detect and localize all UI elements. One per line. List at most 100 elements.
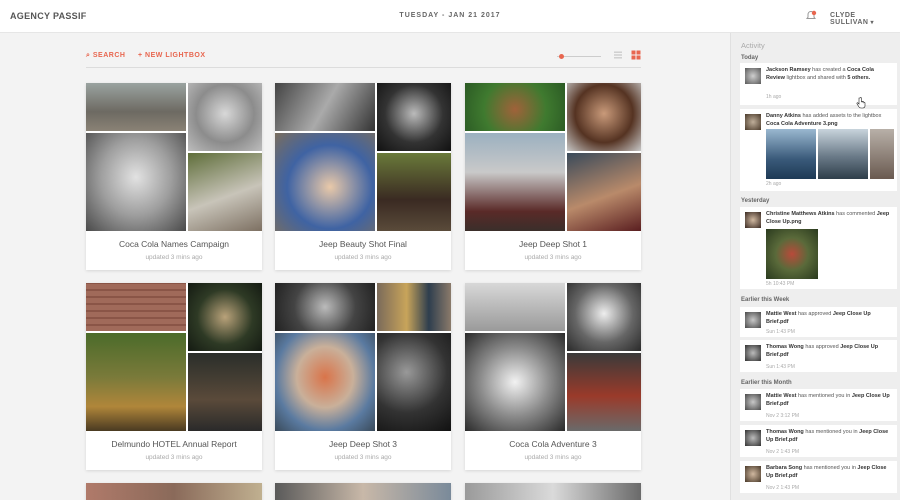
- lightbox-card[interactable]: [275, 483, 451, 500]
- photo-thumbnail: [377, 333, 451, 431]
- photo-thumbnail: [188, 83, 262, 151]
- zoom-slider-handle[interactable]: [559, 54, 565, 59]
- card-collage: [275, 283, 451, 431]
- activity-title: Activity: [741, 41, 765, 50]
- new-lightbox-label: NEW LIGHTBOX: [145, 52, 206, 59]
- activity-text: Danny Atkins has added assets to the lig…: [766, 113, 882, 127]
- activity-item[interactable]: Christine Matthews Atkins has commented …: [740, 207, 897, 289]
- search-button[interactable]: ⌕ SEARCH: [86, 52, 125, 60]
- activity-text: Christine Matthews Atkins has commented …: [766, 211, 890, 225]
- photo-thumbnail: [188, 353, 262, 431]
- activity-item[interactable]: Jackson Ramsey has created a Coca Cola R…: [740, 63, 897, 105]
- avatar: [745, 394, 761, 410]
- lightbox-card[interactable]: Jeep Deep Shot 3 updated 3 mins ago: [275, 283, 451, 470]
- asset-thumbnail[interactable]: [766, 229, 818, 279]
- zoom-slider[interactable]: [557, 54, 601, 59]
- photo-thumbnail: [188, 283, 262, 351]
- lightbox-card[interactable]: Jeep Deep Shot 1 updated 3 mins ago: [465, 83, 641, 270]
- photo-thumbnail: [377, 153, 451, 231]
- card-collage: [465, 83, 641, 231]
- photo-thumbnail: [86, 483, 262, 500]
- lightbox-card[interactable]: Delmundo HOTEL Annual Report updated 3 m…: [86, 283, 262, 470]
- photo-thumbnail: [275, 283, 375, 331]
- activity-time: 2h ago: [766, 181, 782, 187]
- photo-thumbnail: [465, 133, 565, 231]
- activity-text: Thomas Wong has approved Jeep Close Up B…: [766, 344, 879, 358]
- photo-thumbnail: [377, 283, 451, 331]
- avatar: [745, 212, 761, 228]
- asset-thumbnail[interactable]: [766, 129, 816, 179]
- activity-text: Barbara Song has mentioned you in Jeep C…: [766, 465, 887, 479]
- photo-thumbnail: [567, 83, 641, 151]
- activity-time: Nov 2 1:43 PM: [766, 485, 800, 491]
- activity-item[interactable]: Barbara Song has mentioned you in Jeep C…: [740, 461, 897, 493]
- card-updated: updated 3 mins ago: [145, 454, 203, 461]
- photo-thumbnail: [86, 333, 186, 431]
- activity-text: Thomas Wong has mentioned you in Jeep Cl…: [766, 429, 889, 443]
- toolbar: ⌕ SEARCH + NEW LIGHTBOX: [86, 48, 641, 68]
- activity-time: Sun 1:43 PM: [766, 364, 795, 370]
- photo-thumbnail: [86, 283, 186, 331]
- card-updated: updated 3 mins ago: [334, 254, 392, 261]
- card-title: Delmundo HOTEL Annual Report: [111, 439, 237, 449]
- lightbox-card[interactable]: Jeep Beauty Shot Final updated 3 mins ag…: [275, 83, 451, 270]
- card-updated: updated 3 mins ago: [145, 254, 203, 261]
- photo-thumbnail: [275, 133, 375, 231]
- asset-thumbnail[interactable]: [818, 129, 868, 179]
- photo-thumbnail: [465, 333, 565, 431]
- section-today: Today: [741, 55, 759, 61]
- lightbox-card[interactable]: Coca Cola Names Campaign updated 3 mins …: [86, 83, 262, 270]
- activity-item[interactable]: Mattie West has approved Jeep Close Up B…: [740, 307, 897, 337]
- avatar: [745, 68, 761, 84]
- activity-item[interactable]: Thomas Wong has approved Jeep Close Up B…: [740, 340, 897, 372]
- lightbox-card[interactable]: [465, 483, 641, 500]
- activity-text: Mattie West has mentioned you in Jeep Cl…: [766, 393, 890, 407]
- activity-time: 5h 10:43 PM: [766, 281, 795, 287]
- avatar: [745, 312, 761, 328]
- search-icon: ⌕: [86, 52, 91, 59]
- photo-thumbnail: [567, 283, 641, 351]
- search-label: SEARCH: [92, 52, 126, 59]
- activity-text: Jackson Ramsey has created a Coca Cola R…: [766, 67, 874, 81]
- activity-item[interactable]: Mattie West has mentioned you in Jeep Cl…: [740, 389, 897, 421]
- section-earlier-week: Earlier this Week: [741, 297, 790, 303]
- activity-sidebar[interactable]: Activity Today Jackson Ramsey has create…: [730, 33, 900, 500]
- grid-view-icon[interactable]: [631, 50, 641, 60]
- photo-thumbnail: [465, 83, 565, 131]
- avatar: [745, 345, 761, 361]
- card-collage: [86, 283, 262, 431]
- lightbox-card[interactable]: Coca Cola Adventure 3 updated 3 mins ago: [465, 283, 641, 470]
- asset-thumbnail[interactable]: [870, 129, 894, 179]
- photo-thumbnail: [275, 333, 375, 431]
- card-updated: updated 3 mins ago: [524, 454, 582, 461]
- card-updated: updated 3 mins ago: [524, 254, 582, 261]
- section-yesterday: Yesterday: [741, 198, 770, 204]
- section-earlier-month: Earlier this Month: [741, 380, 792, 386]
- card-updated: updated 3 mins ago: [334, 454, 392, 461]
- user-name: CLYDE SULLIVAN: [830, 12, 869, 26]
- photo-thumbnail: [465, 283, 565, 331]
- list-view-icon[interactable]: [613, 50, 623, 60]
- photo-thumbnail: [567, 353, 641, 431]
- photo-thumbnail: [86, 133, 186, 231]
- avatar: [745, 466, 761, 482]
- lightbox-card[interactable]: [86, 483, 262, 500]
- current-date: TUESDAY - JAN 21 2017: [399, 12, 501, 19]
- photo-thumbnail: [275, 483, 451, 500]
- card-title: Coca Cola Names Campaign: [118, 239, 230, 249]
- activity-time: 1h ago: [766, 94, 782, 100]
- activity-item[interactable]: Danny Atkins has added assets to the lig…: [740, 109, 897, 191]
- card-title: Jeep Deep Shot 1: [518, 239, 588, 249]
- activity-item[interactable]: Thomas Wong has mentioned you in Jeep Cl…: [740, 425, 897, 457]
- user-menu[interactable]: CLYDE SULLIVAN ▾: [830, 12, 900, 26]
- photo-thumbnail: [86, 83, 186, 131]
- new-lightbox-button[interactable]: + NEW LIGHTBOX: [138, 52, 206, 59]
- card-collage: [86, 83, 262, 231]
- plus-icon: +: [138, 52, 143, 59]
- photo-thumbnail: [188, 153, 262, 231]
- card-collage: [275, 83, 451, 231]
- bell-icon[interactable]: [805, 10, 817, 22]
- top-bar: AGENCY PASSIF TUESDAY - JAN 21 2017 CLYD…: [0, 0, 900, 33]
- card-collage: [465, 283, 641, 431]
- avatar: [745, 114, 761, 130]
